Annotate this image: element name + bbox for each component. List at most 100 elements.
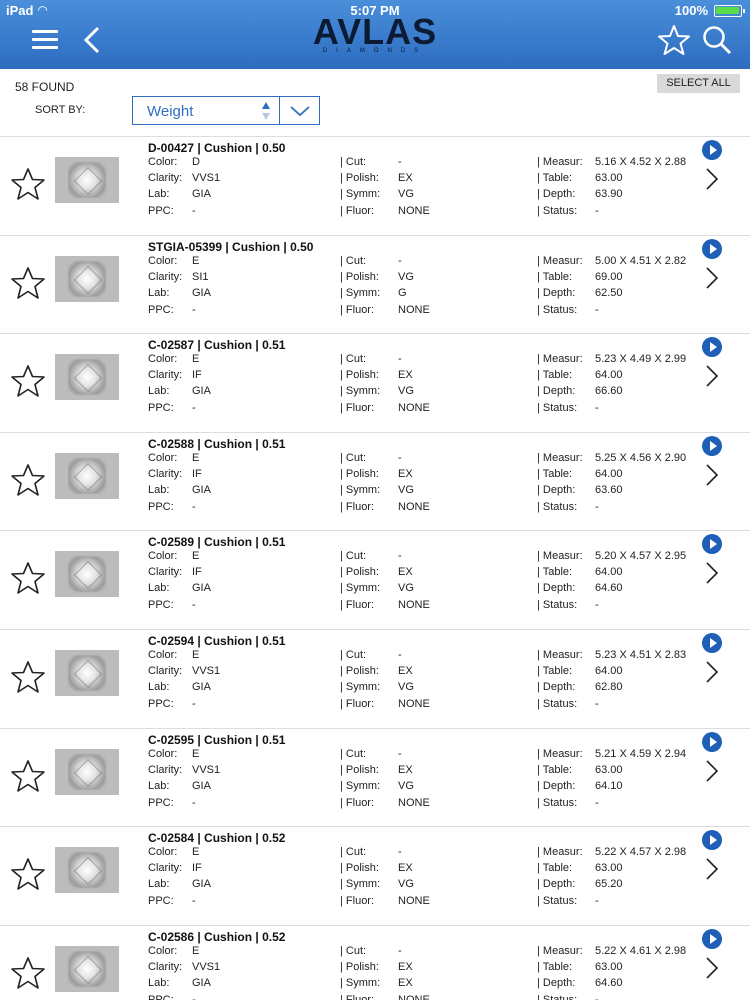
favorite-star-icon[interactable] (10, 660, 46, 694)
clarity-value: SI1 (192, 270, 209, 283)
list-item[interactable]: C-02586 | Cushion | 0.52 Color: E Clarit… (0, 924, 750, 1000)
list-item[interactable]: C-02587 | Cushion | 0.51 Color: E Clarit… (0, 333, 750, 432)
list-item[interactable]: C-02594 | Cushion | 0.51 Color: E Clarit… (0, 628, 750, 728)
diamond-image (69, 261, 105, 296)
menu-icon[interactable] (32, 30, 58, 50)
item-title: C-02594 | Cushion | 0.51 (148, 633, 286, 648)
clarity-label: Clarity: (148, 862, 183, 875)
favorite-star-icon[interactable] (10, 463, 46, 497)
back-icon[interactable] (82, 26, 102, 54)
video-play-icon[interactable] (702, 238, 722, 259)
color-label: Color: (148, 156, 178, 168)
list-item[interactable]: D-00427 | Cushion | 0.50 Color: D Clarit… (0, 136, 750, 235)
fluor-label: | Fluor: (340, 599, 375, 612)
favorite-star-icon[interactable] (10, 759, 46, 793)
chevron-right-icon[interactable] (704, 759, 720, 783)
status-value: - (595, 500, 599, 513)
sort-by-label: SORT BY: (35, 104, 86, 116)
diamond-thumbnail[interactable] (55, 255, 119, 302)
status-value: - (595, 697, 599, 710)
favorite-star-icon[interactable] (10, 167, 46, 201)
favorite-star-icon[interactable] (10, 266, 46, 300)
table-value: 63.00 (595, 172, 623, 184)
favorites-star-icon[interactable] (658, 24, 690, 56)
depth-label: | Depth: (537, 188, 576, 200)
chevron-right-icon[interactable] (704, 167, 720, 191)
measur-value: 5.20 X 4.57 X 2.95 (595, 550, 687, 563)
favorite-star-icon[interactable] (10, 956, 46, 990)
list-item[interactable]: C-02588 | Cushion | 0.51 Color: E Clarit… (0, 431, 750, 531)
polish-value: EX (398, 566, 413, 579)
clarity-label: Clarity: (148, 270, 183, 283)
table-label: | Table: (537, 369, 573, 382)
chevron-right-icon[interactable] (704, 561, 720, 585)
symm-label: | Symm: (340, 779, 381, 792)
chevron-right-icon[interactable] (704, 660, 720, 684)
ppc-label: PPC: (148, 402, 174, 415)
diamond-thumbnail[interactable] (55, 452, 119, 499)
list-item[interactable]: C-02584 | Cushion | 0.52 Color: E Clarit… (0, 826, 750, 925)
list-item[interactable]: C-02595 | Cushion | 0.51 Color: E Clarit… (0, 727, 750, 827)
fluor-value: NONE (398, 303, 430, 316)
list-item[interactable]: C-02589 | Cushion | 0.51 Color: E Clarit… (0, 530, 750, 629)
symm-label: | Symm: (340, 878, 381, 891)
video-play-icon[interactable] (702, 928, 722, 949)
chevron-down-icon[interactable] (289, 104, 311, 118)
video-play-icon[interactable] (702, 435, 722, 456)
video-play-icon[interactable] (702, 140, 722, 160)
lab-label: Lab: (148, 779, 170, 792)
battery-percent: 100% (674, 3, 708, 18)
clarity-value: IF (192, 369, 202, 382)
diamond-thumbnail[interactable] (55, 649, 119, 696)
chevron-right-icon[interactable] (704, 364, 720, 388)
favorite-star-icon[interactable] (10, 857, 46, 891)
color-label: Color: (148, 944, 178, 957)
diamond-thumbnail[interactable] (55, 551, 119, 598)
chevron-right-icon[interactable] (704, 956, 720, 980)
chevron-right-icon[interactable] (704, 266, 720, 290)
ppc-label: PPC: (148, 697, 174, 710)
lab-label: Lab: (148, 976, 170, 989)
measur-value: 5.23 X 4.51 X 2.83 (595, 648, 687, 661)
cut-label: | Cut: (340, 451, 367, 464)
select-all-button[interactable]: SELECT ALL (657, 74, 740, 93)
diamond-thumbnail[interactable] (55, 354, 119, 401)
measur-label: | Measur: (537, 254, 583, 267)
diamond-thumbnail[interactable] (55, 847, 119, 894)
video-play-icon[interactable] (702, 337, 722, 358)
diamond-thumbnail[interactable] (55, 157, 119, 203)
video-play-icon[interactable] (702, 534, 722, 555)
sort-select[interactable]: Weight (132, 96, 320, 125)
cut-label: | Cut: (340, 846, 367, 859)
chevron-right-icon[interactable] (704, 857, 720, 881)
measur-value: 5.00 X 4.51 X 2.82 (595, 254, 687, 267)
polish-label: | Polish: (340, 664, 379, 677)
video-play-icon[interactable] (702, 731, 722, 752)
color-label: Color: (148, 451, 178, 464)
ppc-label: PPC: (148, 599, 174, 612)
measur-label: | Measur: (537, 846, 583, 859)
video-play-icon[interactable] (702, 632, 722, 653)
measur-label: | Measur: (537, 648, 583, 661)
diamond-thumbnail[interactable] (55, 748, 119, 795)
depth-label: | Depth: (537, 483, 576, 496)
video-play-icon[interactable] (702, 830, 722, 851)
cut-label: | Cut: (340, 156, 367, 168)
sort-stepper-icon[interactable] (261, 101, 271, 121)
list-item[interactable]: STGIA-05399 | Cushion | 0.50 Color: E Cl… (0, 234, 750, 334)
favorite-star-icon[interactable] (10, 561, 46, 595)
chevron-right-icon[interactable] (704, 463, 720, 487)
measur-label: | Measur: (537, 944, 583, 957)
favorite-star-icon[interactable] (10, 364, 46, 398)
clarity-label: Clarity: (148, 172, 183, 184)
search-icon[interactable] (702, 25, 732, 55)
depth-label: | Depth: (537, 878, 576, 891)
table-value: 63.00 (595, 862, 623, 875)
diamond-thumbnail[interactable] (55, 945, 119, 992)
ppc-value: - (192, 895, 196, 908)
fluor-label: | Fluor: (340, 500, 375, 513)
ppc-label: PPC: (148, 993, 174, 1000)
symm-value: VG (398, 680, 414, 693)
symm-value: VG (398, 582, 414, 595)
diamond-image (69, 557, 105, 592)
